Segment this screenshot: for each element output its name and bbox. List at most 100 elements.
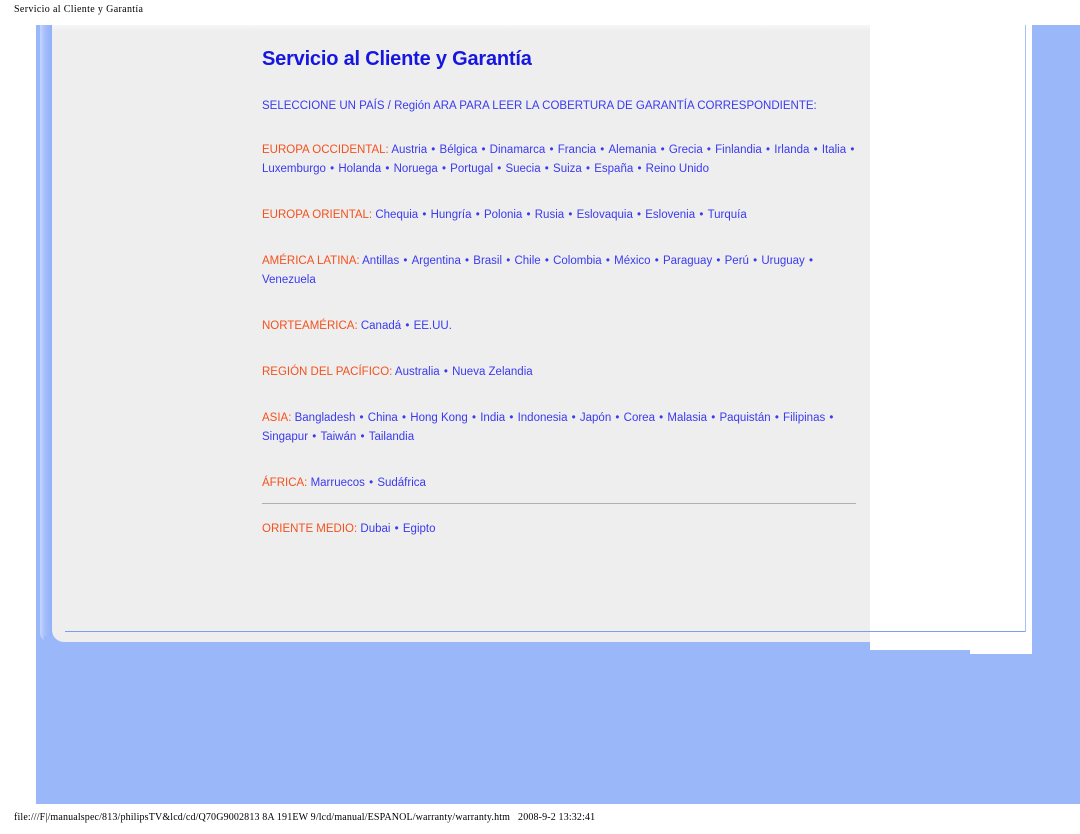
country-separator: • [523, 209, 534, 221]
country-link[interactable]: Argentina [412, 255, 461, 267]
page-right-whitespace [870, 18, 1032, 650]
region-row: ASIA: Bangladesh • China • Hong Kong • I… [262, 409, 858, 447]
country-link[interactable]: Francia [558, 144, 596, 156]
panel-top-fade [52, 25, 870, 31]
country-link[interactable]: Suiza [553, 163, 582, 175]
country-link[interactable]: Nueva Zelandia [452, 366, 533, 378]
country-link[interactable]: Japón [580, 412, 611, 424]
region-label: AMÉRICA LATINA: [262, 255, 360, 267]
country-link[interactable]: Indonesia [518, 412, 568, 424]
country-link[interactable]: Taiwán [320, 431, 356, 443]
country-link[interactable]: Tailandia [369, 431, 414, 443]
country-link[interactable]: Australia [395, 366, 440, 378]
print-header-title: Servicio al Cliente y Garantía [14, 4, 144, 15]
country-separator: • [326, 163, 338, 175]
country-link[interactable]: Marruecos [311, 477, 365, 489]
country-link[interactable]: Uruguay [761, 255, 804, 267]
country-separator: • [365, 477, 377, 489]
country-link[interactable]: Reino Unido [646, 163, 709, 175]
country-separator: • [478, 144, 489, 156]
country-separator: • [657, 144, 668, 156]
country-link[interactable]: Dinamarca [490, 144, 546, 156]
country-link[interactable]: Suecia [505, 163, 540, 175]
country-link[interactable]: Egipto [403, 523, 436, 535]
left-blue-rail [40, 25, 52, 642]
country-separator: • [696, 209, 707, 221]
intro-instruction: SELECCIONE UN PAÍS / Región ARA PARA LEE… [262, 100, 817, 112]
country-separator: • [805, 255, 814, 267]
country-link[interactable]: Paraguay [663, 255, 712, 267]
country-link[interactable]: Venezuela [262, 274, 316, 286]
country-separator: • [468, 412, 480, 424]
country-separator: • [438, 163, 450, 175]
country-link[interactable]: Filipinas [783, 412, 825, 424]
country-link[interactable]: España [594, 163, 633, 175]
region-row: REGIÓN DEL PACÍFICO: Australia • Nueva Z… [262, 363, 858, 382]
country-link[interactable]: Rusia [535, 209, 564, 221]
country-link[interactable]: Portugal [450, 163, 493, 175]
country-link[interactable]: Polonia [484, 209, 522, 221]
country-separator: • [810, 144, 821, 156]
country-separator: • [461, 255, 473, 267]
country-separator: • [391, 523, 402, 535]
region-list: EUROPA OCCIDENTAL: Austria • Bélgica • D… [262, 141, 858, 539]
country-separator: • [382, 163, 393, 175]
country-separator: • [357, 431, 368, 443]
country-separator: • [651, 255, 662, 267]
country-separator: • [398, 412, 410, 424]
country-separator: • [472, 209, 483, 221]
country-separator: • [713, 255, 724, 267]
country-link[interactable]: Noruega [394, 163, 438, 175]
country-link[interactable]: Singapur [262, 431, 308, 443]
country-separator: • [602, 255, 614, 267]
country-link[interactable]: Colombia [553, 255, 602, 267]
country-link[interactable]: Italia [822, 144, 846, 156]
country-link[interactable]: Chile [514, 255, 540, 267]
country-link[interactable]: Luxemburgo [262, 163, 326, 175]
country-link[interactable]: Malasia [667, 412, 707, 424]
region-label: ORIENTE MEDIO: [262, 523, 358, 535]
country-link[interactable]: Canadá [361, 320, 401, 332]
country-separator: • [771, 412, 783, 424]
country-link[interactable]: India [480, 412, 505, 424]
country-link[interactable]: Perú [725, 255, 749, 267]
country-link[interactable]: Turquía [708, 209, 747, 221]
country-link[interactable]: Eslovenia [645, 209, 695, 221]
country-link[interactable]: Eslovaquia [577, 209, 633, 221]
page-left-margin [0, 18, 36, 804]
country-link[interactable]: Antillas [362, 255, 399, 267]
country-link[interactable]: EE.UU. [414, 320, 452, 332]
country-link[interactable]: México [614, 255, 650, 267]
country-link[interactable]: Corea [624, 412, 655, 424]
country-link[interactable]: Finlandia [715, 144, 762, 156]
country-link[interactable]: Sudáfrica [377, 477, 426, 489]
country-separator: • [708, 412, 719, 424]
country-separator: • [419, 209, 430, 221]
warranty-content: Servicio al Cliente y Garantía SELECCION… [262, 40, 858, 539]
country-link[interactable]: Hungría [431, 209, 472, 221]
country-link[interactable]: Chequia [375, 209, 418, 221]
country-link[interactable]: Holanda [338, 163, 381, 175]
country-link[interactable]: Dubai [360, 523, 390, 535]
country-link[interactable]: China [368, 412, 398, 424]
country-link[interactable]: Paquistán [719, 412, 770, 424]
country-link[interactable]: Alemania [608, 144, 656, 156]
country-separator: • [400, 255, 411, 267]
country-link[interactable]: Hong Kong [410, 412, 468, 424]
country-separator: • [506, 412, 517, 424]
print-footer-timestamp: 2008-9-2 13:32:41 [518, 812, 596, 823]
country-link[interactable]: Irlanda [774, 144, 809, 156]
region-label: REGIÓN DEL PACÍFICO: [262, 366, 393, 378]
country-link[interactable]: Brasil [473, 255, 502, 267]
country-link[interactable]: Bélgica [440, 144, 478, 156]
page-bottomright-whitespace [970, 632, 1032, 654]
country-separator: • [703, 144, 715, 156]
country-link[interactable]: Grecia [669, 144, 703, 156]
region-label: EUROPA ORIENTAL: [262, 209, 373, 221]
country-separator: • [541, 163, 553, 175]
country-link[interactable]: Austria [391, 144, 427, 156]
country-separator: • [440, 366, 452, 378]
region-label: ASIA: [262, 412, 292, 424]
country-link[interactable]: Bangladesh [295, 412, 356, 424]
bottom-blue-rule [65, 631, 1025, 632]
